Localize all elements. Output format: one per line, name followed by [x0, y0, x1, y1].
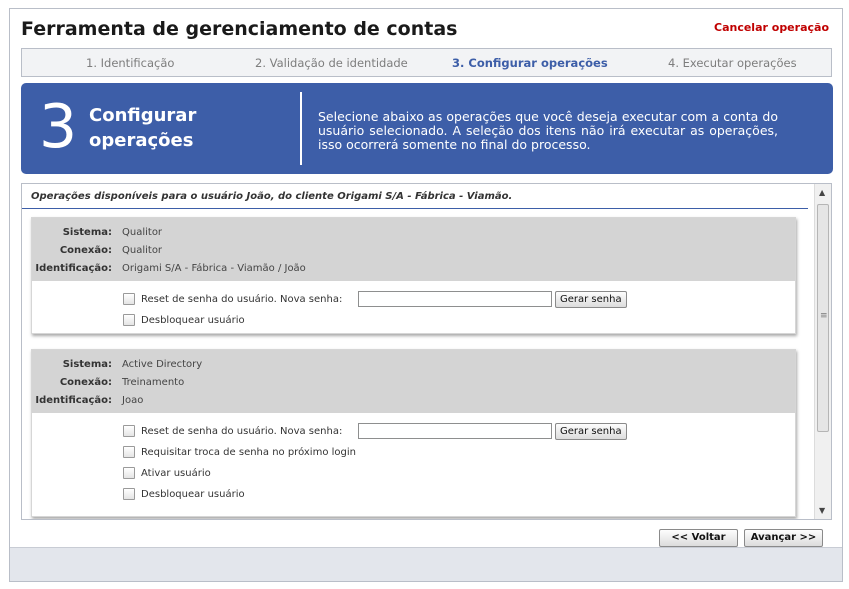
new-password-input[interactable]: [358, 291, 552, 307]
option-unlock-user: Desbloquear usuário: [123, 488, 245, 500]
step-validacao: 2. Validação de identidade: [255, 56, 408, 70]
scrollbar-thumb[interactable]: ≡: [817, 204, 829, 432]
info-key: Identificação:: [35, 263, 112, 274]
app-title: Ferramenta de gerenciamento de contas: [21, 18, 458, 40]
scroll-down-icon[interactable]: ▼: [819, 506, 825, 515]
info-value: Origami S/A - Fábrica - Viamão / João: [122, 263, 306, 274]
option-reset-password: Reset de senha do usuário. Nova senha:: [123, 425, 342, 437]
generate-password-button[interactable]: Gerar senha: [555, 423, 627, 440]
step-title: Configurar operações: [89, 105, 197, 151]
info-key: Conexão:: [59, 377, 112, 388]
app-window: Ferramenta de gerenciamento de contas Ca…: [9, 8, 843, 582]
info-value: Qualitor: [122, 227, 163, 238]
system-card-qualitor: Sistema: Qualitor Conexão: Qualitor Iden…: [31, 217, 796, 334]
scroll-up-icon[interactable]: ▲: [819, 188, 825, 197]
new-password-input[interactable]: [358, 423, 552, 439]
option-label: Reset de senha do usuário. Nova senha:: [141, 293, 343, 305]
option-label: Desbloquear usuário: [141, 488, 245, 500]
reset-password-checkbox[interactable]: [123, 293, 135, 305]
require-password-change-checkbox[interactable]: [123, 446, 135, 458]
option-unlock-user: Desbloquear usuário: [123, 314, 245, 326]
info-value: Treinamento: [122, 377, 185, 388]
next-button[interactable]: Avançar >>: [744, 529, 823, 547]
wizard-steps: 1. Identificação 2. Validação de identid…: [21, 48, 832, 77]
step-description: Selecione abaixo as operações que você d…: [318, 109, 778, 152]
activate-user-checkbox[interactable]: [123, 467, 135, 479]
option-label: Ativar usuário: [141, 467, 211, 479]
operations-header: Operações disponíveis para o usuário Joã…: [22, 184, 808, 209]
info-key: Sistema:: [62, 359, 112, 370]
option-label: Requisitar troca de senha no próximo log…: [141, 446, 356, 458]
step-banner: 3 Configurar operações Selecione abaixo …: [21, 83, 833, 174]
option-label: Desbloquear usuário: [141, 314, 245, 326]
generate-password-button[interactable]: Gerar senha: [555, 291, 627, 308]
operations-panel[interactable]: Operações disponíveis para o usuário Joã…: [21, 183, 832, 520]
info-key: Conexão:: [59, 245, 112, 256]
back-button[interactable]: << Voltar: [659, 529, 738, 547]
reset-password-checkbox[interactable]: [123, 425, 135, 437]
info-key: Sistema:: [62, 227, 112, 238]
card-info-header: Sistema: Active Directory Conexão: Trein…: [32, 350, 795, 413]
step-configurar: 3. Configurar operações: [452, 56, 608, 70]
card-info-header: Sistema: Qualitor Conexão: Qualitor Iden…: [32, 218, 795, 281]
grip-icon: ≡: [820, 311, 828, 321]
option-label: Reset de senha do usuário. Nova senha:: [141, 425, 343, 437]
step-executar: 4. Executar operações: [668, 56, 797, 70]
system-card-active-directory: Sistema: Active Directory Conexão: Trein…: [31, 349, 796, 517]
info-value: Qualitor: [122, 245, 163, 256]
option-require-password-change: Requisitar troca de senha no próximo log…: [123, 446, 356, 458]
unlock-user-checkbox[interactable]: [123, 314, 135, 326]
step-identificacao: 1. Identificação: [86, 56, 175, 70]
info-key: Identificação:: [35, 395, 112, 406]
step-number: 3: [39, 92, 78, 162]
cancel-operation-link[interactable]: Cancelar operação: [714, 21, 829, 34]
footer-bar: [10, 547, 842, 581]
banner-divider: [300, 92, 302, 165]
info-value: Joao: [122, 395, 144, 406]
vertical-scrollbar[interactable]: ▲ ≡ ▼: [814, 184, 831, 519]
unlock-user-checkbox[interactable]: [123, 488, 135, 500]
option-reset-password: Reset de senha do usuário. Nova senha:: [123, 293, 342, 305]
option-activate-user: Ativar usuário: [123, 467, 211, 479]
info-value: Active Directory: [122, 359, 203, 370]
